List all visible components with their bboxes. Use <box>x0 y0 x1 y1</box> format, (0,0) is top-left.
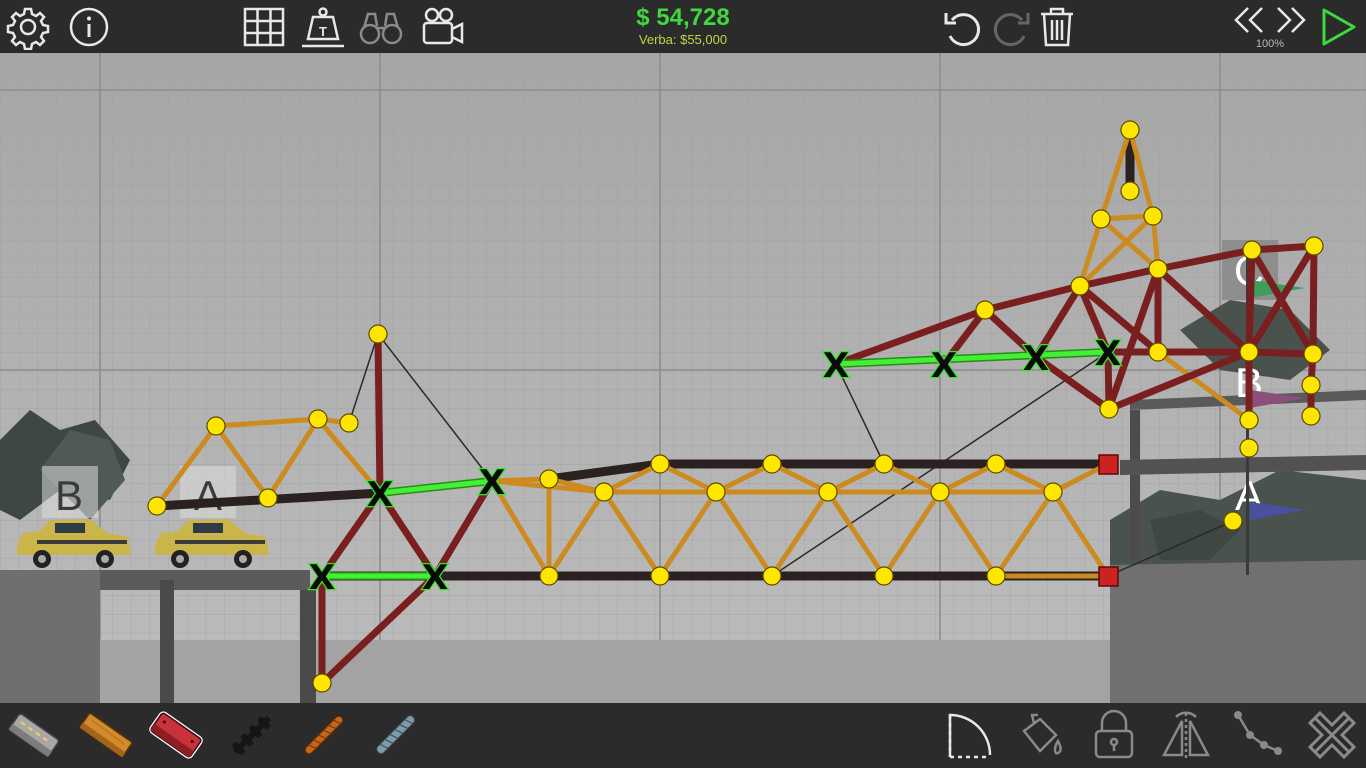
lock-icon[interactable] <box>1086 707 1142 763</box>
svg-text:X: X <box>1095 334 1121 374</box>
svg-text:X: X <box>1023 339 1049 379</box>
checkpoint-label-b-left: B <box>55 472 83 519</box>
svg-text:X: X <box>309 558 335 598</box>
budget-limit: Verba: $55,000 <box>638 32 728 47</box>
svg-text:X: X <box>823 346 849 386</box>
fast-forward-icon[interactable] <box>1274 2 1308 40</box>
arc-tool-icon[interactable] <box>942 707 998 763</box>
spring-material[interactable] <box>296 707 352 763</box>
paint-bucket-icon[interactable] <box>1014 707 1070 763</box>
bridge-canvas[interactable]: B A C B A <box>0 53 1366 703</box>
simulation-speed: 100% <box>1255 38 1285 50</box>
wood-material[interactable] <box>78 707 134 763</box>
binoculars-icon[interactable] <box>358 4 404 50</box>
mirror-icon[interactable] <box>1158 707 1214 763</box>
rewind-icon[interactable] <box>1232 2 1266 40</box>
grid-icon[interactable] <box>241 4 287 50</box>
road-material[interactable] <box>6 707 62 763</box>
camera-icon[interactable] <box>420 4 466 50</box>
budget-value: $ 54,728 <box>636 4 730 31</box>
svg-text:X: X <box>479 463 505 503</box>
rope-material[interactable] <box>224 707 280 763</box>
steel-cable-material[interactable] <box>368 707 424 763</box>
undo-icon[interactable] <box>940 4 986 50</box>
play-icon[interactable] <box>1316 4 1360 50</box>
budget-display: $ 54,728 Verba: $55,000 <box>583 4 783 47</box>
redo-icon[interactable] <box>988 4 1034 50</box>
load-weight-icon[interactable]: T <box>300 4 346 50</box>
svg-text:X: X <box>931 346 957 386</box>
info-icon[interactable] <box>66 4 112 50</box>
close-icon[interactable] <box>1304 707 1360 763</box>
split-joint-icon[interactable] <box>1230 707 1286 763</box>
trash-icon[interactable] <box>1034 4 1080 50</box>
gear-icon[interactable] <box>5 4 51 50</box>
checkpoint-label-a-left: A <box>194 472 222 519</box>
svg-text:T: T <box>319 24 327 39</box>
svg-text:X: X <box>422 558 448 598</box>
build-area[interactable]: B A C B A <box>0 53 1366 703</box>
reinforced-road-material[interactable] <box>148 707 204 763</box>
svg-text:X: X <box>367 475 393 515</box>
